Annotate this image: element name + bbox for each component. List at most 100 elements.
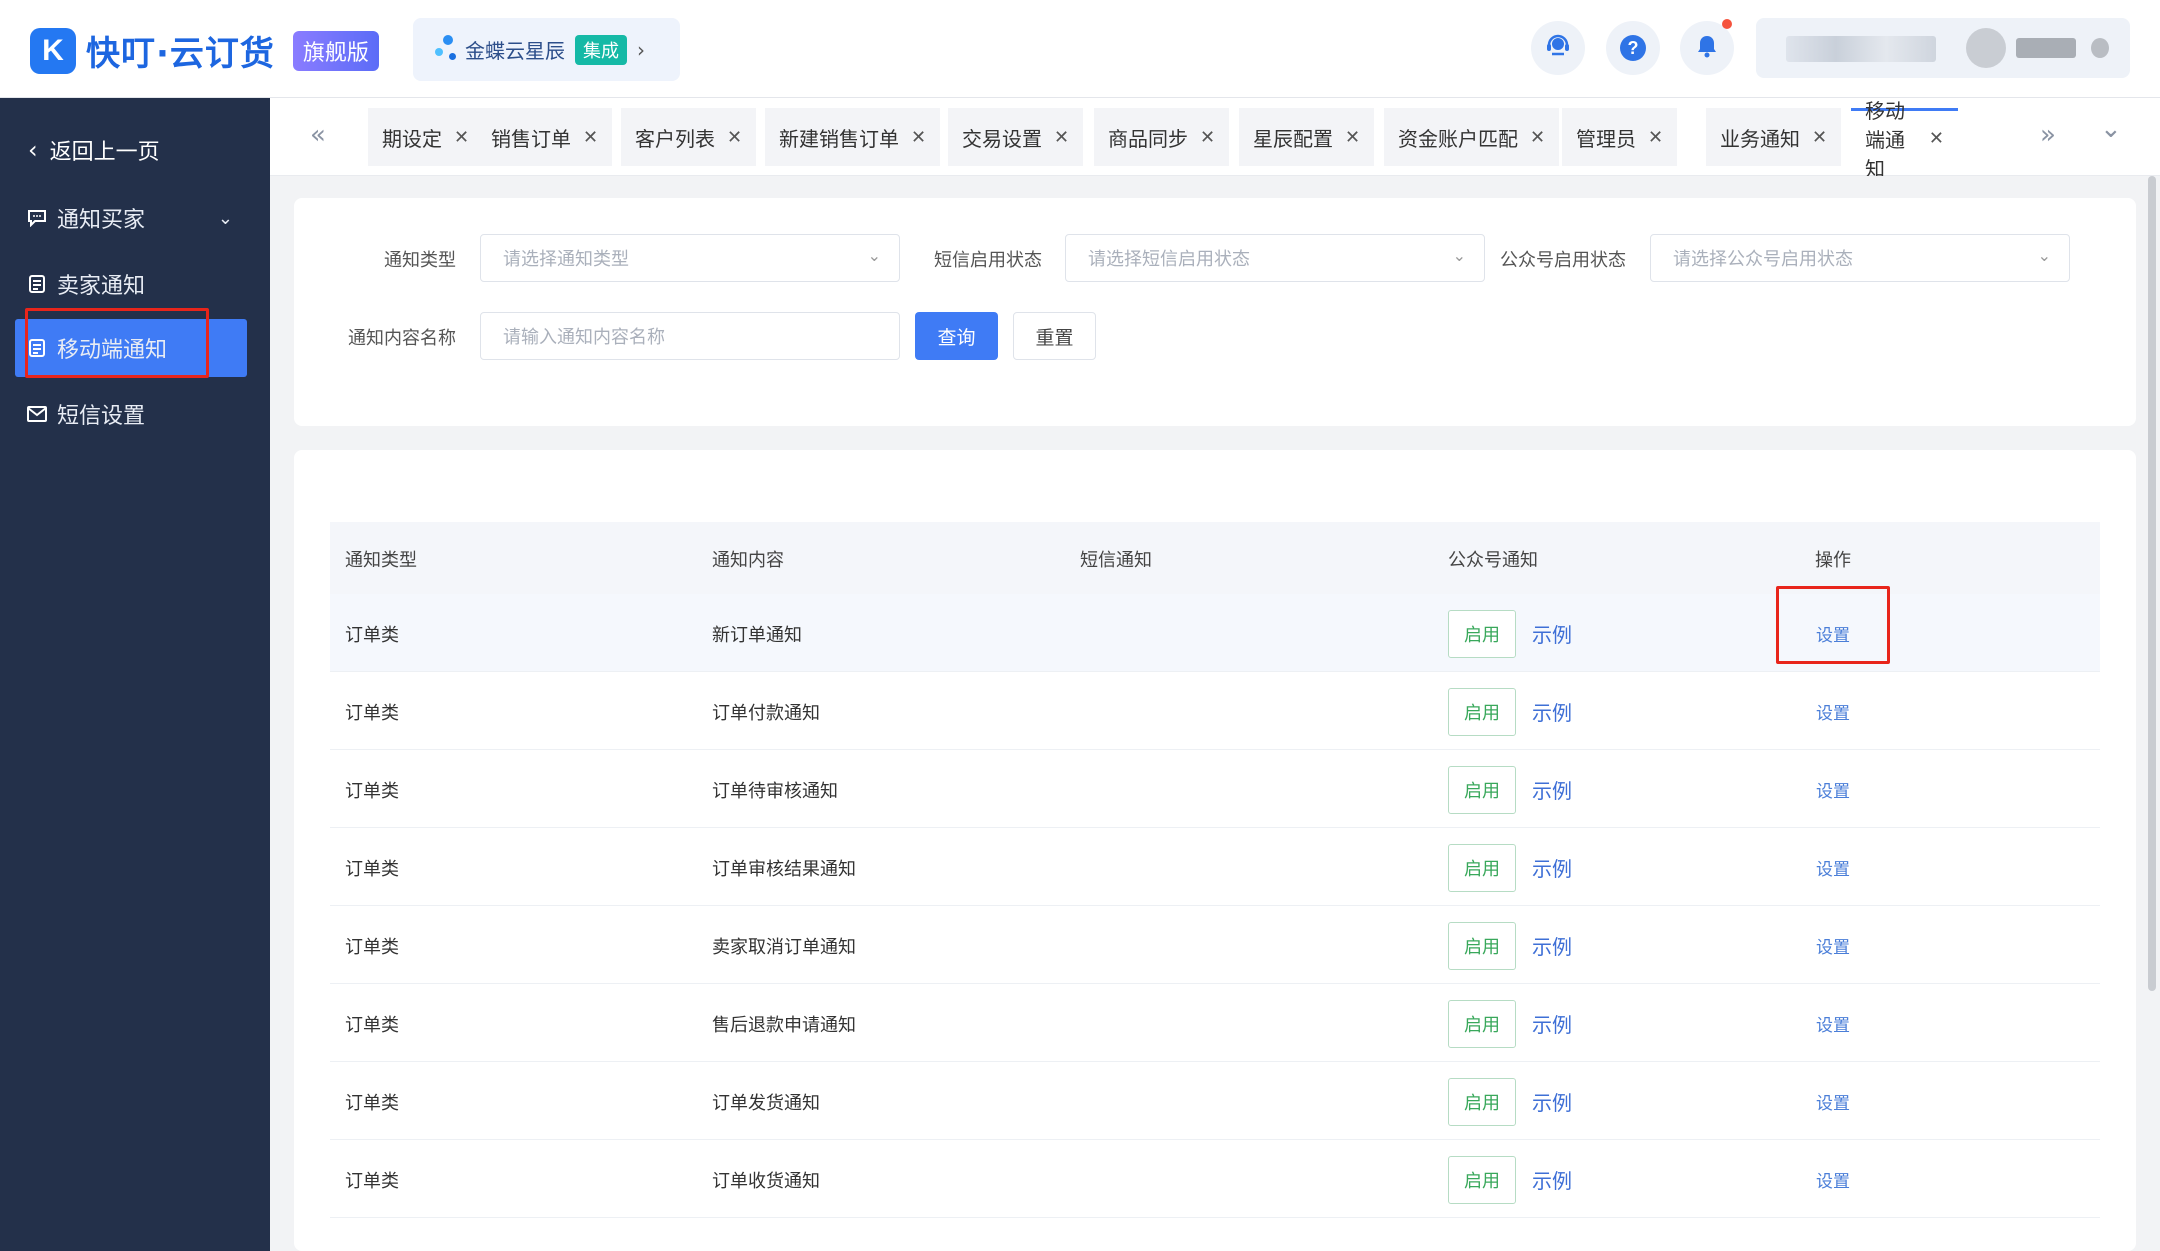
close-icon[interactable]: ✕ xyxy=(583,127,598,148)
content-name-input[interactable]: 请输入通知内容名称 xyxy=(480,312,900,360)
table-header: 通知类型 通知内容 短信通知 公众号通知 操作 xyxy=(330,522,2100,594)
tab-xingchen-config[interactable]: 星辰配置 ✕ xyxy=(1239,108,1375,166)
enable-button[interactable]: 启用 xyxy=(1448,1078,1516,1126)
tab-customer-list[interactable]: 客户列表 ✕ xyxy=(621,108,757,166)
tab-trade-settings[interactable]: 交易设置 ✕ xyxy=(948,108,1084,166)
notice-type-select[interactable]: 请选择通知类型 ⌄ xyxy=(480,234,900,282)
integration-logo-icon xyxy=(433,33,461,67)
close-icon[interactable]: ✕ xyxy=(454,127,469,148)
settings-link[interactable]: 设置 xyxy=(1816,1089,1850,1114)
column-header-action: 操作 xyxy=(1815,550,1851,571)
close-icon[interactable]: ✕ xyxy=(1812,127,1827,148)
sidebar-item-label: 短信设置 xyxy=(57,404,146,429)
bell-icon xyxy=(1694,33,1720,63)
sidebar-item-seller-notice[interactable]: 卖家通知 xyxy=(15,255,247,313)
support-button[interactable] xyxy=(1531,21,1585,75)
enable-button[interactable]: 启用 xyxy=(1448,766,1516,814)
enable-button[interactable]: 启用 xyxy=(1448,688,1516,736)
cell-content: 新订单通知 xyxy=(712,625,802,646)
example-link[interactable]: 示例 xyxy=(1532,931,1572,960)
reset-button[interactable]: 重置 xyxy=(1013,312,1096,360)
tabs-scroll-left-icon[interactable]: « xyxy=(310,120,326,150)
close-icon[interactable]: ✕ xyxy=(1054,127,1069,148)
cell-content: 订单收货通知 xyxy=(712,1171,820,1192)
cell-type: 订单类 xyxy=(345,1015,399,1036)
settings-link[interactable]: 设置 xyxy=(1816,699,1850,724)
tab-sales-order[interactable]: 销售订单 ✕ xyxy=(477,108,613,166)
tab-administrator[interactable]: 管理员 ✕ xyxy=(1562,108,1678,166)
sidebar-item-label: 通知买家 xyxy=(57,208,146,233)
close-icon[interactable]: ✕ xyxy=(1200,127,1215,148)
table-row: 订单类 订单发货通知 启用 示例 设置 xyxy=(330,1062,2100,1140)
column-header-type: 通知类型 xyxy=(345,550,417,571)
page-scrollbar[interactable] xyxy=(2148,176,2156,991)
cell-content: 订单待审核通知 xyxy=(712,781,838,802)
cell-type: 订单类 xyxy=(345,703,399,724)
sms-status-label: 短信启用状态 xyxy=(934,250,1042,271)
settings-link[interactable]: 设置 xyxy=(1816,1011,1850,1036)
enable-button[interactable]: 启用 xyxy=(1448,1156,1516,1204)
enable-button[interactable]: 启用 xyxy=(1448,844,1516,892)
close-icon[interactable]: ✕ xyxy=(1530,127,1545,148)
close-icon[interactable]: ✕ xyxy=(1345,127,1360,148)
wechat-status-select[interactable]: 请选择公众号启用状态 ⌄ xyxy=(1650,234,2070,282)
unread-dot xyxy=(1722,19,1732,29)
close-icon[interactable]: ✕ xyxy=(1648,127,1663,148)
cell-type: 订单类 xyxy=(345,1171,399,1192)
cell-content: 售后退款申请通知 xyxy=(712,1015,856,1036)
example-link[interactable]: 示例 xyxy=(1532,1165,1572,1194)
example-link[interactable]: 示例 xyxy=(1532,697,1572,726)
cell-type: 订单类 xyxy=(345,937,399,958)
sidebar-item-notify-buyer[interactable]: 通知买家 ⌄ xyxy=(15,189,247,247)
enable-button[interactable]: 启用 xyxy=(1448,1000,1516,1048)
settings-link[interactable]: 设置 xyxy=(1816,777,1850,802)
help-button[interactable]: ? xyxy=(1606,21,1660,75)
settings-link[interactable]: 设置 xyxy=(1816,855,1850,880)
tab-new-sales-order[interactable]: 新建销售订单 ✕ xyxy=(765,108,941,166)
column-header-wechat: 公众号通知 xyxy=(1448,550,1538,571)
mail-icon xyxy=(25,403,49,425)
close-icon[interactable]: ✕ xyxy=(727,127,742,148)
chevron-left-icon: ‹ xyxy=(28,136,38,164)
tab-business-notice[interactable]: 业务通知 ✕ xyxy=(1706,108,1842,166)
user-menu[interactable] xyxy=(1756,18,2130,78)
logo-icon: K xyxy=(30,27,76,74)
table-row: 订单类 订单付款通知 启用 示例 设置 xyxy=(330,672,2100,750)
settings-link[interactable]: 设置 xyxy=(1816,1167,1850,1192)
sidebar: ‹ 返回上一页 通知买家 ⌄ 卖家通知 移动端通知 短信设置 xyxy=(0,98,270,1251)
sidebar-item-label: 卖家通知 xyxy=(57,274,146,299)
cell-type: 订单类 xyxy=(345,859,399,880)
example-link[interactable]: 示例 xyxy=(1532,1087,1572,1116)
app-logo[interactable]: K 快叮·云订货 旗舰版 xyxy=(30,26,379,75)
tab-product-sync[interactable]: 商品同步 ✕ xyxy=(1094,108,1230,166)
redacted-user-name xyxy=(2016,38,2076,58)
cell-type: 订单类 xyxy=(345,781,399,802)
table-row: 订单类 订单待审核通知 启用 示例 设置 xyxy=(330,750,2100,828)
example-link[interactable]: 示例 xyxy=(1532,775,1572,804)
edition-badge: 旗舰版 xyxy=(292,30,379,71)
tabs-more-icon[interactable]: ⌄ xyxy=(2100,114,2122,144)
tab-period-setting[interactable]: 期设定 ✕ xyxy=(368,108,484,166)
annotation-highlight-box xyxy=(25,308,209,378)
close-icon[interactable]: ✕ xyxy=(1929,128,1944,149)
notifications-button[interactable] xyxy=(1680,19,1734,75)
back-link[interactable]: ‹ 返回上一页 xyxy=(28,134,160,166)
help-icon: ? xyxy=(1620,35,1646,61)
tabs-scroll-right-icon[interactable]: » xyxy=(2040,120,2056,150)
sms-status-select[interactable]: 请选择短信启用状态 ⌄ xyxy=(1065,234,1485,282)
content-name-label: 通知内容名称 xyxy=(348,328,456,349)
integration-switcher[interactable]: 金蝶云星辰 集成 › xyxy=(413,18,680,81)
sidebar-item-sms-settings[interactable]: 短信设置 xyxy=(15,385,247,443)
enable-button[interactable]: 启用 xyxy=(1448,610,1516,658)
settings-link[interactable]: 设置 xyxy=(1816,933,1850,958)
tab-mobile-notice[interactable]: 移动端通知 ✕ xyxy=(1851,99,1958,176)
example-link[interactable]: 示例 xyxy=(1532,619,1572,648)
example-link[interactable]: 示例 xyxy=(1532,1009,1572,1038)
example-link[interactable]: 示例 xyxy=(1532,853,1572,882)
tabs-viewport: 期设定 ✕ 销售订单 ✕ 客户列表 ✕ 新建销售订单 ✕ 交易设置 ✕ 商品同步 ✕ 星辰配… xyxy=(368,98,1958,176)
chat-icon xyxy=(25,207,49,229)
close-icon[interactable]: ✕ xyxy=(911,127,926,148)
query-button[interactable]: 查询 xyxy=(915,312,998,360)
enable-button[interactable]: 启用 xyxy=(1448,922,1516,970)
tab-fund-account-match[interactable]: 资金账户匹配 ✕ xyxy=(1384,108,1560,166)
